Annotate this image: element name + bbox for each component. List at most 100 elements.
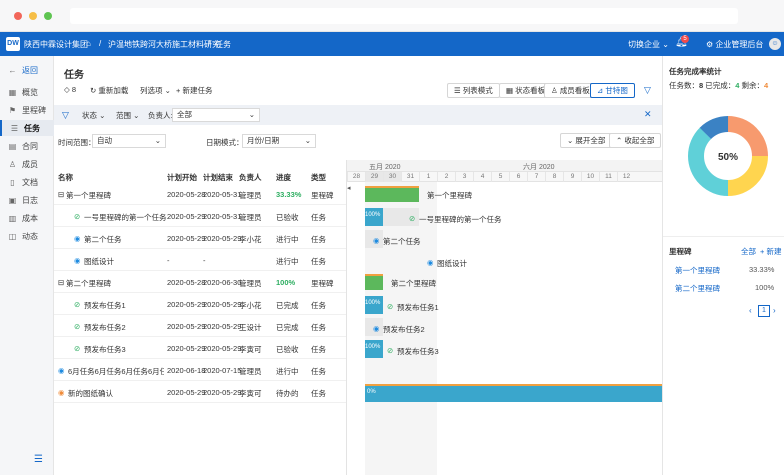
check-circle-icon: ⊘: [387, 302, 394, 311]
minimize-dot-icon[interactable]: [29, 12, 37, 20]
in-progress-icon: ◉: [74, 256, 81, 265]
file-icon: ▯: [10, 177, 15, 187]
task-summary: 任务数：8 已完成：4 剩余：4: [669, 81, 769, 90]
divider: [663, 236, 784, 237]
time-range-label: 时间范围：: [58, 138, 96, 147]
table-row[interactable]: ◉ 图纸设计 -- 进行中 任务: [54, 249, 346, 271]
in-progress-icon: ◉: [74, 234, 81, 243]
page-number[interactable]: 1: [758, 305, 770, 317]
expand-icon[interactable]: ⊟: [58, 190, 64, 199]
avatar[interactable]: ☺: [769, 38, 781, 50]
milestone-item[interactable]: 第一个里程碑: [675, 265, 720, 276]
list-view-button[interactable]: ☰ 列表模式: [447, 83, 500, 98]
table-row[interactable]: ⊘ 预发布任务1 2020-05-29 2020-05-29 李小花 已完成 任务: [54, 293, 346, 315]
table-row[interactable]: ⊟ 第二个里程碑 2020-05-28 2020-06-30 管理员 100% 里程碑: [54, 271, 346, 293]
top-bar: DW 陕西中霖设计集团 ⌂ / 沪温地铁跨河大桥施工材料研究 / 任务 切换企业…: [0, 32, 784, 56]
contract-icon: ▤: [8, 141, 17, 151]
next-page-icon[interactable]: ›: [773, 306, 776, 315]
user-icon: ♙: [8, 159, 17, 169]
new-milestone-button[interactable]: + 新建: [760, 246, 781, 257]
close-dot-icon[interactable]: [14, 12, 22, 20]
gantt-view-button[interactable]: ⊿ 甘特图: [590, 83, 635, 98]
gantt-bar[interactable]: [365, 384, 663, 402]
back-button[interactable]: ← 返回: [0, 62, 54, 78]
refresh-icon: ↻: [90, 86, 97, 95]
filter-icon[interactable]: ▽: [644, 85, 651, 96]
in-progress-icon: ◉: [373, 324, 380, 333]
cost-icon: ▥: [8, 213, 17, 223]
table-row[interactable]: ◉ 第二个任务 2020-05-29 2020-05-29 李小花 进行中 任务: [54, 227, 346, 249]
table-row[interactable]: ◉ 新的图纸确认 2020-05-29 2020-05-29 李寅可 待办的 任务: [54, 381, 346, 403]
sidebar-item-tasks[interactable]: ☰ 任务: [0, 120, 54, 136]
filter-funnel-icon: ▽: [62, 110, 69, 120]
admin-button[interactable]: ⚙ 企业管理后台: [706, 39, 763, 50]
browser-chrome: [0, 0, 784, 32]
task-icon: ☰: [10, 123, 19, 133]
sidebar-item-log[interactable]: ▣ 日志: [0, 192, 54, 208]
collapse-all-button[interactable]: ⌃ 收起全部: [609, 133, 662, 148]
main-content: 任务 ◇ 8 ↻ 重新加载 列选项 ⌄ + 新建任务 ☰ 列表模式 ▦ 状态看板…: [54, 56, 663, 475]
flag-icon: ⚑: [8, 105, 17, 115]
new-task-button[interactable]: + 新建任务: [176, 85, 212, 96]
zoom-dot-icon[interactable]: [44, 12, 52, 20]
tag-count: ◇ 8: [64, 85, 77, 94]
sidebar-item-contract[interactable]: ▤ 合同: [0, 138, 54, 154]
month-label: 五月 2020: [369, 164, 401, 171]
home-icon[interactable]: ⌂: [86, 39, 91, 48]
sidebar-item-cost[interactable]: ▥ 成本: [0, 210, 54, 226]
address-bar[interactable]: [70, 8, 738, 24]
calendar-icon: ▣: [8, 195, 17, 205]
member-board-button[interactable]: ♙ 成员看板: [544, 83, 597, 98]
company-logo: DW: [6, 37, 20, 51]
date-mode-label: 日期模式：: [206, 138, 244, 147]
all-milestones-link[interactable]: 全部: [741, 246, 756, 257]
column-options-button[interactable]: 列选项 ⌄: [140, 85, 171, 96]
assignee-select[interactable]: 全部 ⌄: [172, 108, 260, 122]
donut-center-label: 50%: [718, 152, 738, 163]
close-filter-icon[interactable]: ✕: [644, 109, 652, 120]
check-circle-icon: ⊘: [74, 344, 81, 353]
scroll-left-icon[interactable]: ◂: [347, 184, 351, 192]
sidebar-item-overview[interactable]: ▦ 概览: [0, 84, 54, 100]
gantt-bar-milestone-1[interactable]: [365, 186, 419, 202]
breadcrumb-page: 任务: [215, 40, 231, 49]
table-row[interactable]: ◉6月任务6月任务6月任务6月任务 2020-06-182020-07-15 管…: [54, 359, 346, 381]
table-row[interactable]: ⊘ 预发布任务2 2020-05-29 2020-05-29 王设计 已完成 任务: [54, 315, 346, 337]
table-row[interactable]: ⊘ 一号里程碑的第一个任务 2020-05-29 2020-05-31 管理员 已验收…: [54, 205, 346, 227]
status-filter[interactable]: 状态 ⌄: [82, 110, 105, 121]
grid-icon: ▦: [8, 87, 17, 97]
sidebar: ← 返回 ▦ 概览 ⚑ 里程碑 ☰ 任务 ▤ 合同 ♙ 成员 ▯ 文档 ▣ 日志 ▥ 成本 ◫ 动态…: [0, 56, 54, 475]
gantt-bar-milestone-2[interactable]: [365, 274, 383, 290]
tag-icon: ◇: [64, 85, 70, 94]
in-progress-icon: ◉: [427, 258, 434, 267]
sidebar-item-milestone[interactable]: ⚑ 里程碑: [0, 102, 54, 118]
sidebar-item-docs[interactable]: ▯ 文档: [0, 174, 54, 190]
filter-bar: ▽ 状态 ⌄ 范围 ⌄ 负责人: 全部 ⌄ ✕: [54, 105, 662, 125]
expand-icon[interactable]: ⊟: [58, 278, 64, 287]
date-mode-select[interactable]: 月份/日期 ⌄: [242, 134, 316, 148]
milestone-title: 里程碑: [669, 247, 692, 256]
company-name: 陕西中霖设计集团: [24, 40, 88, 49]
table-row[interactable]: ⊟ 第一个里程碑 2020-05-28 2020-05-31 管理员 33.33% 里…: [54, 183, 346, 205]
activity-icon: ◫: [8, 231, 17, 241]
time-range-select[interactable]: 自动 ⌄: [92, 134, 166, 148]
range-filter[interactable]: 范围 ⌄: [116, 110, 139, 121]
in-progress-icon: ◉: [373, 236, 380, 245]
prev-page-icon[interactable]: ‹: [749, 306, 752, 315]
table-row[interactable]: ⊘ 预发布任务3 2020-05-29 2020-05-29 李寅可 已验收 任务: [54, 337, 346, 359]
collapse-menu-icon[interactable]: ☰: [34, 454, 43, 465]
check-circle-icon: ⊘: [387, 346, 394, 355]
todo-icon: ◉: [58, 388, 65, 397]
gantt-chart: 五月 2020 六月 2020 28 29 30 31 1 2 3 4 5 6 …: [346, 160, 663, 475]
sidebar-item-members[interactable]: ♙ 成员: [0, 156, 54, 172]
switch-company-button[interactable]: 切换企业 ⌄: [628, 39, 669, 50]
completion-donut: 50%: [688, 116, 768, 196]
breadcrumb-project[interactable]: 沪温地铁跨河大桥施工材料研究: [108, 39, 220, 50]
milestone-item[interactable]: 第二个里程碑: [675, 283, 720, 294]
sidebar-item-activity[interactable]: ◫ 动态: [0, 228, 54, 244]
page-title: 任务: [64, 70, 84, 81]
notification-badge: 5: [681, 35, 689, 43]
stats-title: 任务完成率统计: [669, 67, 722, 76]
reload-button[interactable]: ↻ 重新加载: [90, 85, 128, 96]
expand-all-button[interactable]: ⌄ 展开全部: [560, 133, 613, 148]
